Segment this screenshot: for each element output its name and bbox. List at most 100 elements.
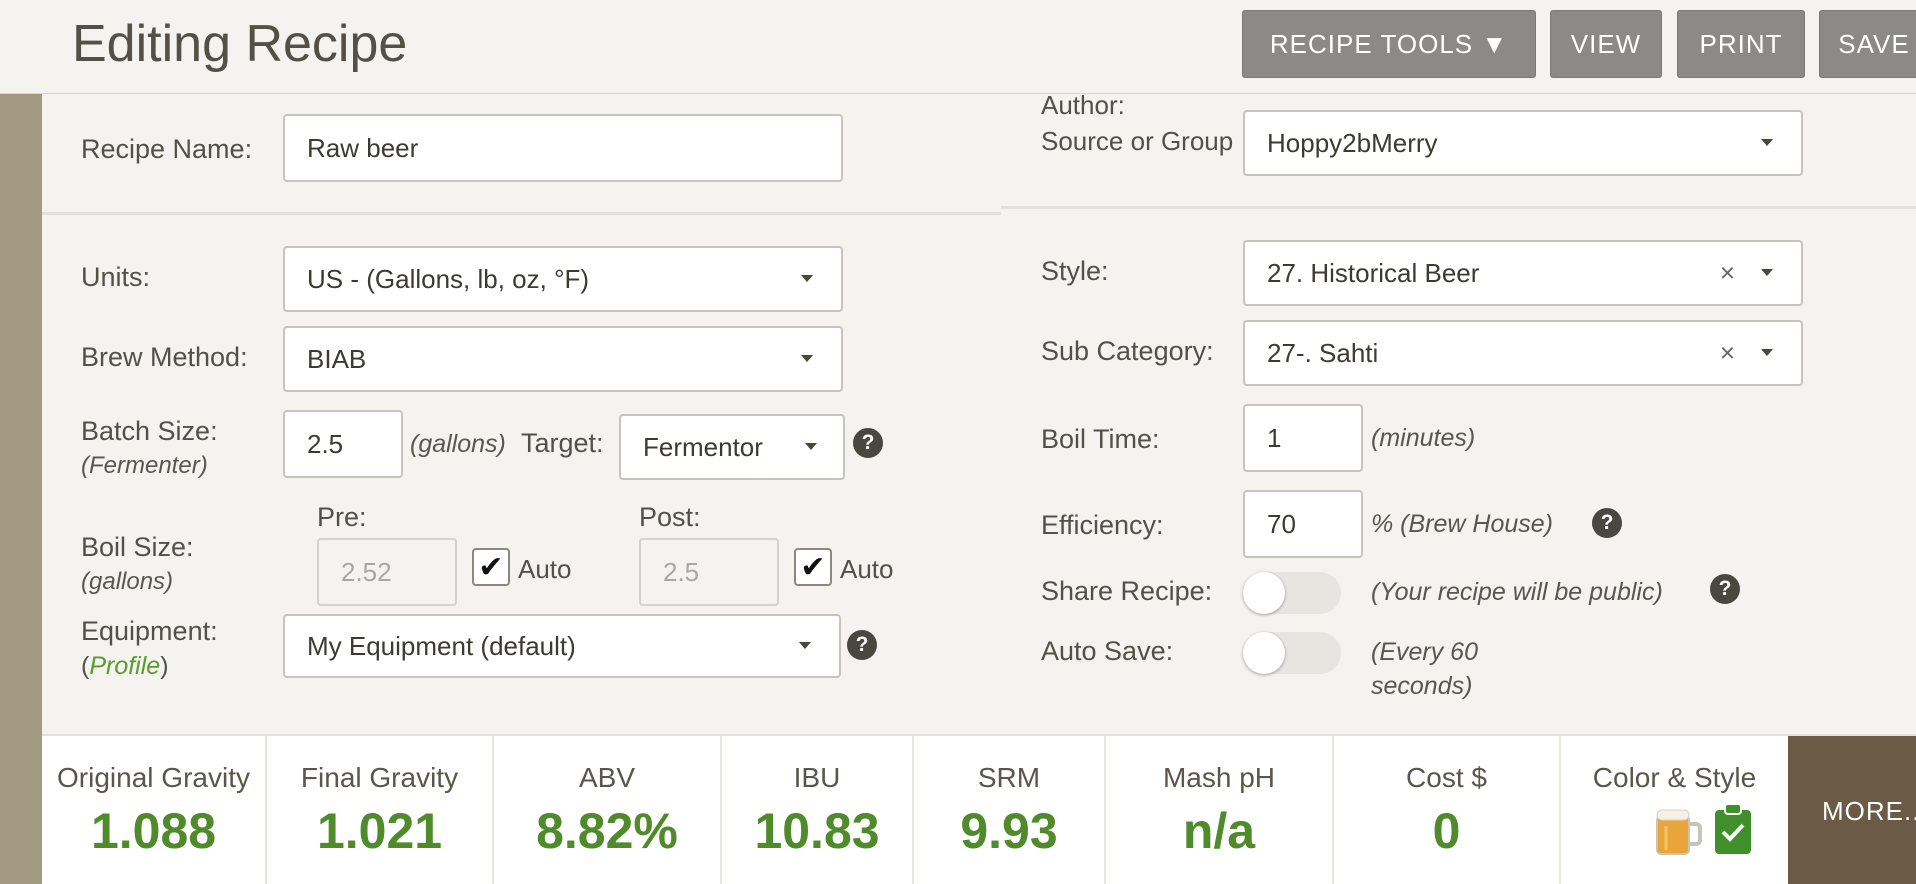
stat-original-gravity: Original Gravity 1.088 <box>42 736 267 884</box>
stat-label: Cost $ <box>1406 762 1487 793</box>
boil-time-input[interactable]: 1 <box>1243 404 1363 472</box>
style-select[interactable]: 27. Historical Beer × <box>1243 240 1803 306</box>
stat-value: 10.83 <box>754 803 880 859</box>
chevron-down-icon <box>801 355 813 362</box>
help-icon[interactable]: ? <box>853 428 883 458</box>
stat-value: 8.82% <box>536 803 678 859</box>
recipe-name-label: Recipe Name: <box>81 134 253 164</box>
help-icon[interactable]: ? <box>1710 574 1740 604</box>
boil-time-label: Boil Time: <box>1041 424 1160 454</box>
target-select[interactable]: Fermentor <box>619 414 845 480</box>
stat-ibu: IBU 10.83 <box>722 736 914 884</box>
left-edge-bar <box>0 94 42 884</box>
checkmark-icon: ✔ <box>800 550 826 584</box>
boil-size-label: Boil Size: <box>81 532 194 562</box>
more-button[interactable]: MORE.. <box>1788 736 1916 884</box>
post-boil-input[interactable]: 2.5 <box>639 538 779 606</box>
stat-mash-ph: Mash pH n/a <box>1106 736 1334 884</box>
view-button[interactable]: VIEW <box>1550 10 1662 78</box>
profile-link[interactable]: Profile <box>89 652 160 680</box>
style-label: Style: <box>1041 256 1109 286</box>
checkmark-icon: ✔ <box>478 550 504 584</box>
pre-auto-label: Auto <box>518 554 572 584</box>
save-button[interactable]: SAVE <box>1819 10 1916 78</box>
share-recipe-note: (Your recipe will be public) <box>1371 578 1663 606</box>
brew-method-label: Brew Method: <box>81 342 248 372</box>
stat-cost: Cost $ 0 <box>1334 736 1561 884</box>
clear-icon[interactable]: × <box>1720 258 1735 289</box>
auto-save-note-line1: (Every 60 <box>1371 638 1478 666</box>
share-recipe-toggle[interactable] <box>1243 572 1341 614</box>
auto-save-note-line2: seconds) <box>1371 672 1473 700</box>
stat-label: Mash pH <box>1162 762 1276 793</box>
post-auto-label: Auto <box>840 554 894 584</box>
units-label: Units: <box>81 262 151 292</box>
stat-value: n/a <box>1182 803 1256 859</box>
source-or-group-label: Source or Group <box>1041 126 1234 156</box>
equipment-profile: (Profile) <box>81 652 169 680</box>
author-value: Hoppy2bMerry <box>1267 127 1438 158</box>
chevron-down-icon <box>799 642 811 649</box>
style-value: 27. Historical Beer <box>1267 257 1480 288</box>
help-icon[interactable]: ? <box>1592 508 1622 538</box>
help-icon[interactable]: ? <box>847 630 877 660</box>
efficiency-unit: % (Brew House) <box>1371 510 1553 538</box>
batch-size-label: Batch Size: <box>81 416 218 446</box>
sub-category-label: Sub Category: <box>1041 336 1214 366</box>
target-label: Target: <box>521 428 604 458</box>
equipment-select[interactable]: My Equipment (default) <box>283 614 841 678</box>
efficiency-label: Efficiency: <box>1041 510 1164 540</box>
equipment-label: Equipment: <box>81 616 218 646</box>
stat-value: 1.021 <box>316 803 443 859</box>
page-title: Editing Recipe <box>72 15 408 73</box>
post-auto-checkbox[interactable]: ✔ <box>794 548 832 586</box>
recipe-form-panel: Recipe Name: Raw beer Author: Source or … <box>42 90 1916 734</box>
beer-mug-icon[interactable] <box>1653 804 1703 858</box>
chevron-down-icon <box>801 275 813 282</box>
chevron-down-icon <box>805 443 817 450</box>
clear-icon[interactable]: × <box>1720 338 1735 369</box>
batch-size-unit: (gallons) <box>410 430 506 458</box>
share-recipe-label: Share Recipe: <box>1041 576 1213 606</box>
chevron-down-icon <box>1761 139 1773 146</box>
stat-final-gravity: Final Gravity 1.021 <box>267 736 494 884</box>
print-button[interactable]: PRINT <box>1677 10 1805 78</box>
stat-value: 0 <box>1432 803 1461 859</box>
stat-label: IBU <box>793 762 841 793</box>
stat-abv: ABV 8.82% <box>494 736 722 884</box>
boil-size-sublabel: (gallons) <box>81 568 174 595</box>
stat-color-style: Color & Style <box>1561 736 1788 884</box>
batch-size-input[interactable]: 2.5 <box>283 410 403 478</box>
pre-auto-checkbox[interactable]: ✔ <box>472 548 510 586</box>
stat-label: SRM <box>977 762 1041 793</box>
stat-value: 1.088 <box>90 803 217 859</box>
sub-category-select[interactable]: 27-. Sahti × <box>1243 320 1803 386</box>
divider-left <box>42 212 1001 215</box>
author-label: Author: <box>1041 90 1125 120</box>
chevron-down-icon <box>1761 349 1773 356</box>
efficiency-input[interactable]: 70 <box>1243 490 1363 558</box>
recipe-tools-button[interactable]: RECIPE TOOLS ▼ <box>1242 10 1536 78</box>
auto-save-label: Auto Save: <box>1041 636 1174 666</box>
chevron-down-icon <box>1761 269 1773 276</box>
brew-method-value: BIAB <box>307 343 367 374</box>
author-select[interactable]: Hoppy2bMerry <box>1243 110 1803 176</box>
auto-save-toggle[interactable] <box>1243 632 1341 674</box>
stat-label: Original Gravity <box>57 762 250 793</box>
clipboard-check-icon[interactable] <box>1713 802 1753 856</box>
divider-right <box>1001 206 1916 209</box>
stat-srm: SRM 9.93 <box>914 736 1106 884</box>
page-header: Editing Recipe RECIPE TOOLS ▼ VIEW PRINT… <box>0 0 1916 94</box>
recipe-stats-bar: Original Gravity 1.088 Final Gravity 1.0… <box>42 734 1916 884</box>
sub-category-value: 27-. Sahti <box>1267 337 1379 368</box>
boil-time-unit: (minutes) <box>1371 424 1476 452</box>
recipe-name-input[interactable]: Raw beer <box>283 114 843 182</box>
units-select[interactable]: US - (Gallons, lb, oz, °F) <box>283 246 843 312</box>
pre-boil-input[interactable]: 2.52 <box>317 538 457 606</box>
units-value: US - (Gallons, lb, oz, °F) <box>307 263 590 294</box>
pre-label: Pre: <box>317 502 367 532</box>
stat-label: Final Gravity <box>300 762 459 793</box>
brew-method-select[interactable]: BIAB <box>283 326 843 392</box>
stat-value: 9.93 <box>960 803 1058 859</box>
stat-label: ABV <box>578 762 636 793</box>
